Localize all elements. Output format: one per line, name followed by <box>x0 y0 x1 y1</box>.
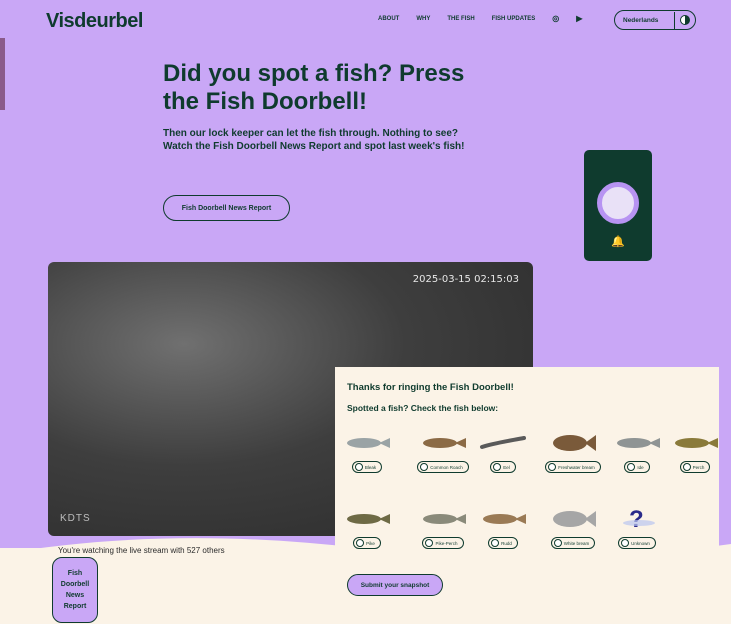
youtube-icon[interactable]: ▶ <box>576 14 582 23</box>
instagram-icon[interactable]: ◎ <box>552 14 559 23</box>
panel-subtitle: Spotted a fish? Check the fish below: <box>347 403 499 413</box>
fish-icon <box>423 514 466 524</box>
fish-radio[interactable]: Perch <box>679 461 711 473</box>
fish-icon <box>483 514 526 524</box>
hero-subtitle: Then our lock keeper can let the fish th… <box>163 128 465 152</box>
main-nav: ABOUT WHY THE FISH FISH UPDATES ◎ ▶ <box>378 14 582 23</box>
radio-icon[interactable] <box>491 539 500 547</box>
contrast-icon <box>680 15 690 25</box>
fish-radio[interactable]: Unknown <box>618 537 656 549</box>
fish-label: Rudd <box>501 540 512 546</box>
fish-label: Common Roach <box>430 464 463 470</box>
fish-label: White bream <box>563 540 590 546</box>
fish-icon <box>423 438 466 448</box>
panel-title: Thanks for ringing the Fish Doorbell! <box>347 382 514 393</box>
fish-label: Ide <box>637 464 644 470</box>
doorbell-button[interactable] <box>597 182 639 224</box>
fish-icon <box>553 511 596 527</box>
camera-label: KDTS <box>60 513 91 524</box>
nav-about[interactable]: ABOUT <box>378 16 399 22</box>
contrast-toggle[interactable] <box>674 11 695 29</box>
fish-label: Eel <box>503 464 510 470</box>
fish-icon <box>617 438 660 448</box>
fish-label: Pike-Perch <box>435 540 458 546</box>
language-label: Nederlands <box>623 16 659 24</box>
fish-check-panel: Thanks for ringing the Fish Doorbell! Sp… <box>335 367 719 552</box>
radio-icon[interactable] <box>354 463 363 471</box>
nav-the-fish[interactable]: THE FISH <box>447 16 474 22</box>
viewers-count: You're watching the live stream with 527… <box>58 546 225 555</box>
radio-icon[interactable] <box>548 463 557 471</box>
fish-radio[interactable]: Pike-Perch <box>422 537 464 549</box>
fish-option[interactable]: Perch <box>663 429 727 476</box>
nav-why[interactable]: WHY <box>416 16 430 22</box>
fish-radio[interactable]: Eel <box>490 461 516 473</box>
fish-option[interactable]: Pike <box>335 505 399 552</box>
radio-icon[interactable] <box>493 463 502 471</box>
radio-icon[interactable] <box>356 539 365 547</box>
fish-option[interactable]: Ide <box>605 429 669 476</box>
nav-fish-updates[interactable]: FISH UPDATES <box>492 16 536 22</box>
radio-icon[interactable] <box>621 539 630 547</box>
fish-icon <box>480 436 526 449</box>
news-report-button[interactable]: Fish Doorbell News Report <box>163 195 290 221</box>
hero-title: Did you spot a fish? Press the Fish Door… <box>163 60 465 115</box>
fish-option[interactable]: Pike-Perch <box>411 505 475 552</box>
fish-icon <box>347 514 390 524</box>
radio-icon[interactable] <box>425 539 434 547</box>
fish-icon <box>553 435 596 451</box>
fish-option[interactable]: Common Roach <box>411 429 475 476</box>
site-logo[interactable]: Visdeurbel <box>46 10 143 33</box>
video-timestamp: 2025-03-15 02:15:03 <box>412 274 519 285</box>
radio-icon[interactable] <box>627 463 636 471</box>
fish-option[interactable]: White bream <box>541 505 605 552</box>
fish-label: Freshwater bream <box>558 464 595 470</box>
fish-radio[interactable]: Bleak <box>351 461 383 473</box>
fish-option[interactable]: Bleak <box>335 429 399 476</box>
fish-label: Unknown <box>631 540 650 546</box>
fish-label: Bleak <box>364 464 377 470</box>
fish-option[interactable]: Eel <box>471 429 535 476</box>
bell-icon: 🔔 <box>611 236 625 248</box>
submit-snapshot-button[interactable]: Submit your snapshot <box>347 574 443 596</box>
svg-text:?: ? <box>629 506 644 531</box>
radio-icon[interactable] <box>682 463 691 471</box>
language-switch[interactable]: Nederlands <box>614 10 696 30</box>
fish-radio[interactable]: Rudd <box>488 537 518 549</box>
fish-option[interactable]: Rudd <box>471 505 535 552</box>
news-report-pill[interactable]: Fish Doorbell News Report <box>52 557 98 623</box>
fish-radio[interactable]: Pike <box>353 537 381 549</box>
fish-radio[interactable]: Freshwater bream <box>545 461 601 473</box>
fish-option[interactable]: ? Unknown <box>605 505 669 552</box>
radio-icon[interactable] <box>553 539 562 547</box>
fish-icon <box>347 438 390 448</box>
question-icon: ? <box>623 506 655 531</box>
fish-doorbell[interactable]: 🔔 <box>584 150 652 261</box>
fish-icon <box>675 438 718 448</box>
fish-option[interactable]: Freshwater bream <box>541 429 605 476</box>
fish-radio[interactable]: Ide <box>624 461 650 473</box>
radio-icon[interactable] <box>420 463 429 471</box>
fish-label: Pike <box>366 540 375 546</box>
fish-label: Perch <box>692 464 705 470</box>
fish-radio[interactable]: White bream <box>550 537 596 549</box>
side-strip <box>0 38 5 110</box>
fish-radio[interactable]: Common Roach <box>417 461 469 473</box>
